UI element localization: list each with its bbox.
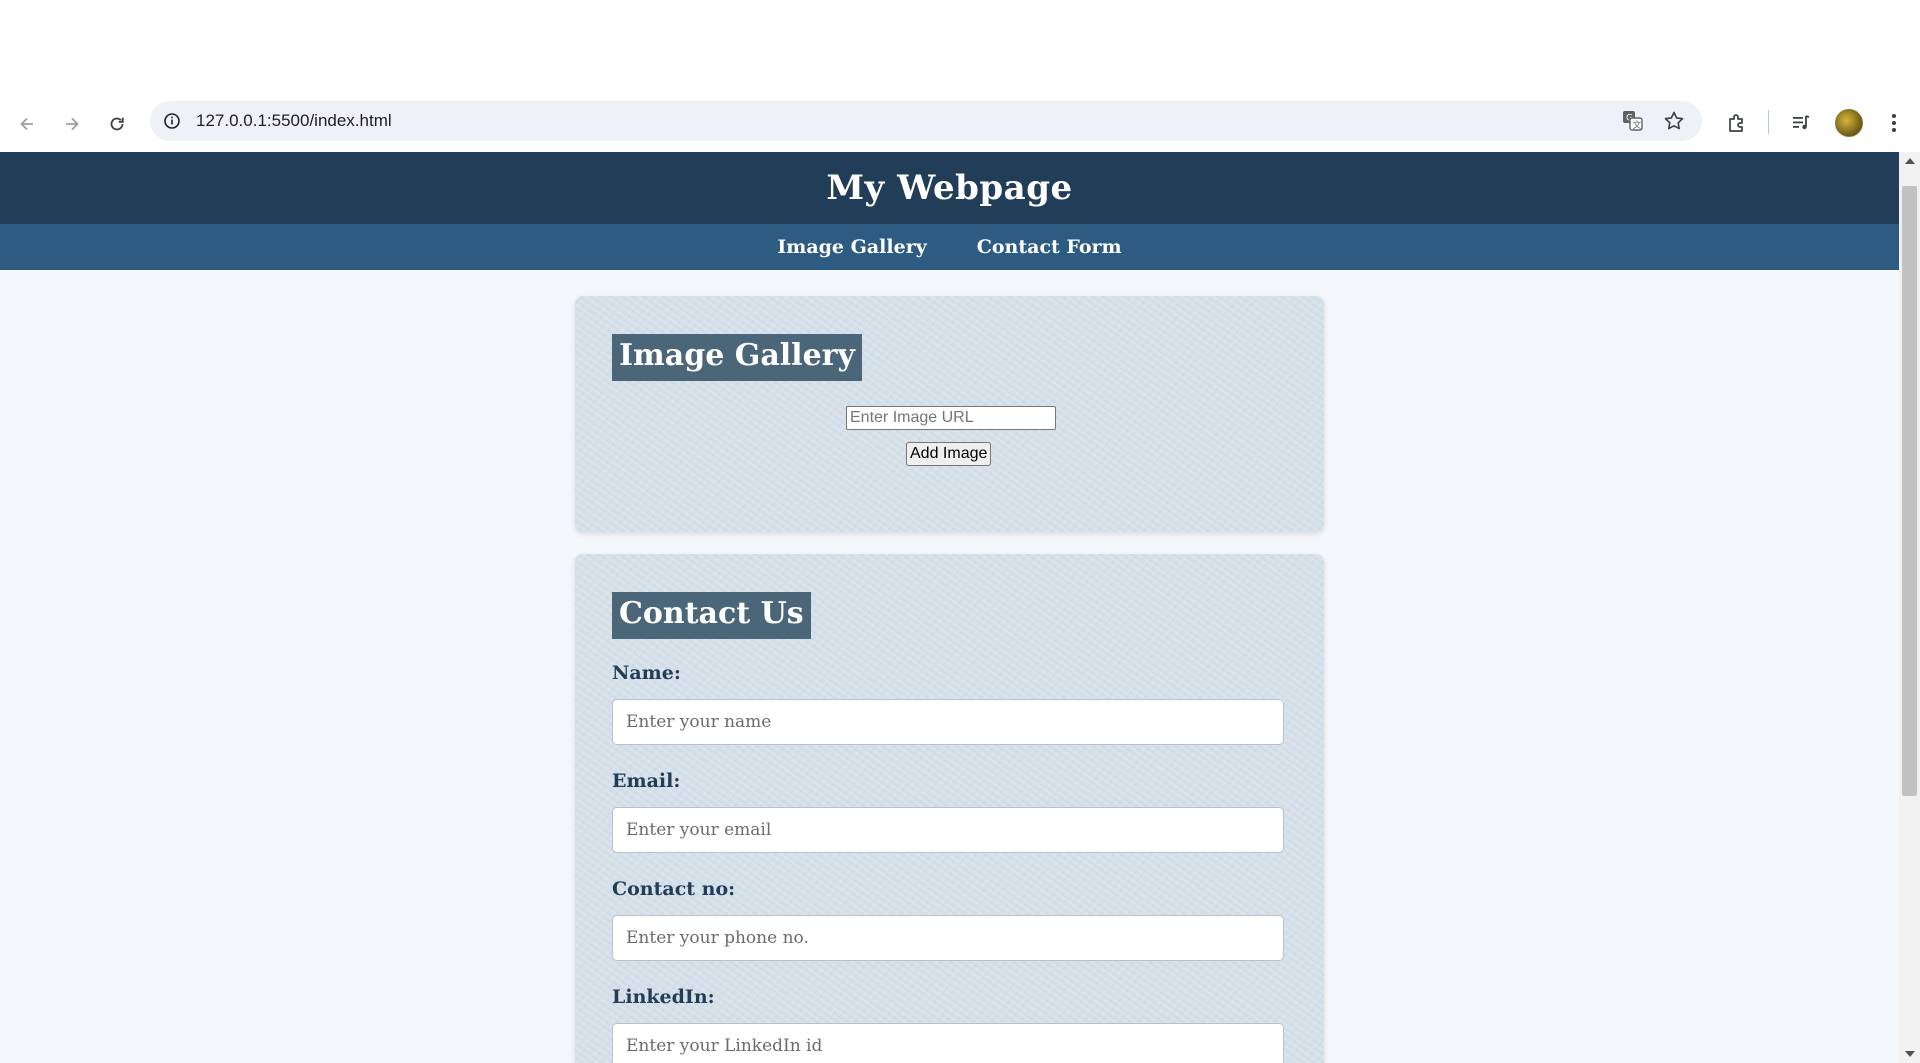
bookmark-star-icon[interactable]: [1662, 109, 1686, 133]
scroll-up-arrow-icon[interactable]: [1905, 158, 1915, 164]
back-button[interactable]: [11, 108, 43, 140]
forward-icon: [66, 117, 79, 131]
email-label: Email:: [612, 770, 681, 792]
site-info-icon[interactable]: [162, 111, 182, 131]
address-bar[interactable]: 127.0.0.1:5500/index.html G文: [150, 101, 1702, 141]
site-header: My Webpage: [0, 152, 1899, 224]
browser-toolbar: 127.0.0.1:5500/index.html G文: [0, 98, 1920, 150]
linkedin-field[interactable]: [612, 1023, 1284, 1063]
profile-avatar[interactable]: [1835, 109, 1863, 137]
contact-heading: Contact Us: [612, 592, 811, 639]
scroll-down-arrow-icon[interactable]: [1905, 1051, 1915, 1057]
nav-link-image-gallery[interactable]: Image Gallery: [777, 236, 926, 258]
site-nav: Image Gallery Contact Form: [0, 224, 1899, 270]
forward-button[interactable]: [56, 108, 88, 140]
extensions-icon[interactable]: [1722, 108, 1752, 138]
scrollbar-thumb[interactable]: [1902, 186, 1917, 796]
email-field[interactable]: [612, 807, 1284, 853]
toolbar-divider: [1768, 110, 1769, 134]
page-viewport: My Webpage Image Gallery Contact Form Im…: [0, 152, 1899, 1063]
more-menu-icon[interactable]: [1880, 108, 1908, 138]
contact-section: Contact Us Name: Email: Contact no: Link…: [575, 554, 1324, 1063]
phone-field[interactable]: [612, 915, 1284, 961]
reload-button[interactable]: [101, 108, 133, 140]
nav-link-contact-form[interactable]: Contact Form: [977, 236, 1122, 258]
add-image-button[interactable]: Add Image: [906, 442, 992, 466]
name-field[interactable]: [612, 699, 1284, 745]
name-label: Name:: [612, 662, 681, 684]
browser-tab-strip: [0, 0, 1920, 98]
url-text[interactable]: 127.0.0.1:5500/index.html: [196, 111, 392, 131]
image-url-input[interactable]: [846, 406, 1056, 430]
phone-label: Contact no:: [612, 878, 736, 900]
page-title: My Webpage: [826, 168, 1073, 208]
gallery-heading: Image Gallery: [612, 334, 862, 381]
reload-icon: [110, 117, 124, 131]
image-gallery-section: Image Gallery Add Image: [575, 296, 1324, 532]
media-control-icon[interactable]: [1786, 108, 1816, 138]
linkedin-label: LinkedIn:: [612, 986, 715, 1008]
svg-text:文: 文: [1633, 119, 1642, 131]
back-icon: [20, 117, 33, 131]
translate-icon[interactable]: G文: [1622, 110, 1644, 132]
page-scrollbar[interactable]: [1899, 152, 1920, 1063]
